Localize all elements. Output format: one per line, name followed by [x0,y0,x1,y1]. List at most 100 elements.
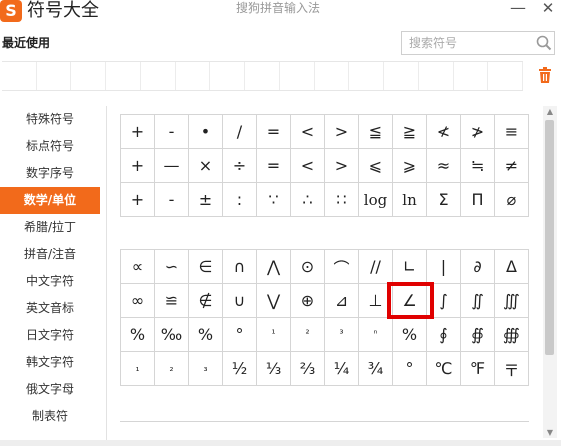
symbol-cell[interactable]: ₁ [121,352,155,386]
symbol-cell[interactable]: ° [223,318,257,352]
scroll-up-icon[interactable]: ▲ [543,106,557,118]
symbol-cell[interactable]: ∴ [291,183,325,217]
symbol-cell[interactable]: ⅔ [291,352,325,386]
recent-symbol-slot[interactable] [384,62,419,90]
symbol-cell[interactable]: / [223,115,257,149]
symbol-cell[interactable]: • [189,115,223,149]
symbol-cell[interactable]: ⊿ [325,284,359,318]
symbol-cell[interactable]: ∭ [495,284,529,318]
symbol-cell[interactable]: ℃ [427,352,461,386]
symbol-cell[interactable]: × [189,149,223,183]
recent-symbol-slot[interactable] [419,62,454,90]
sidebar-item[interactable]: 拼音/注音 [0,241,100,268]
symbol-cell[interactable]: = [257,115,291,149]
recent-symbol-slot[interactable] [280,62,315,90]
symbol-cell[interactable]: + [121,149,155,183]
symbol-cell[interactable]: ∈ [189,250,223,284]
recent-symbol-slot[interactable] [488,62,524,90]
symbol-cell[interactable]: ² [291,318,325,352]
recent-symbol-slot[interactable] [245,62,280,90]
symbol-cell[interactable]: ln [393,183,427,217]
symbol-cell[interactable]: Π [461,183,495,217]
symbol-cell[interactable]: ≦ [359,115,393,149]
symbol-cell[interactable]: ¼ [325,352,359,386]
search-box[interactable] [401,31,555,55]
symbol-cell[interactable]: ∉ [189,284,223,318]
symbol-cell[interactable]: > [325,149,359,183]
symbol-cell[interactable]: ∫ [427,284,461,318]
symbol-cell[interactable]: ≧ [393,115,427,149]
symbol-cell[interactable]: log [359,183,393,217]
sidebar-item[interactable]: 日文字符 [0,322,100,349]
symbol-cell[interactable]: ∷ [325,183,359,217]
symbol-cell[interactable]: - [155,115,189,149]
symbol-cell[interactable]: 〒 [495,352,529,386]
recent-symbol-slot[interactable] [2,62,37,90]
symbol-cell[interactable]: ₃ [189,352,223,386]
symbol-cell[interactable]: % [189,318,223,352]
symbol-cell[interactable]: ⊙ [291,250,325,284]
symbol-cell[interactable]: ∂ [461,250,495,284]
symbol-cell[interactable]: ≮ [427,115,461,149]
symbol-cell[interactable]: : [223,183,257,217]
symbol-cell[interactable]: ≒ [461,149,495,183]
symbol-cell[interactable]: ⊥ [359,284,393,318]
sidebar-item[interactable]: 数字序号 [0,160,100,187]
symbol-cell[interactable]: ⋀ [257,250,291,284]
symbol-cell[interactable]: ⌀ [495,183,529,217]
close-button[interactable]: ✕ [540,0,556,16]
symbol-cell[interactable]: ¹ [257,318,291,352]
recent-symbol-slot[interactable] [71,62,107,90]
symbol-cell[interactable]: ≈ [427,149,461,183]
symbol-cell[interactable]: + [121,115,155,149]
symbol-cell[interactable]: ± [189,183,223,217]
recent-symbol-slot[interactable] [176,62,211,90]
symbol-cell[interactable]: ∩ [223,250,257,284]
symbol-cell[interactable]: ⁿ [359,318,393,352]
recent-symbol-slot[interactable] [106,62,141,90]
symbol-cell[interactable]: ∪ [223,284,257,318]
sidebar-item[interactable]: 标点符号 [0,133,100,160]
sidebar-item[interactable]: 英文音标 [0,295,100,322]
sidebar-item[interactable]: 中文字符 [0,268,100,295]
symbol-cell[interactable]: ∰ [495,318,529,352]
sidebar-item[interactable]: 俄文字母 [0,376,100,403]
symbol-cell[interactable]: ⌒ [325,250,359,284]
recent-symbol-slot[interactable] [37,62,72,90]
symbol-cell[interactable]: ℉ [461,352,495,386]
sidebar-item[interactable]: 制表符 [0,403,100,430]
symbol-cell[interactable]: % [121,318,155,352]
symbol-cell[interactable]: ∯ [461,318,495,352]
symbol-cell[interactable]: ∞ [121,284,155,318]
symbol-cell[interactable]: ½ [223,352,257,386]
minimize-button[interactable]: — [510,0,526,16]
symbol-cell[interactable]: ‰ [155,318,189,352]
symbol-cell[interactable]: ≡ [495,115,529,149]
symbol-cell[interactable]: ⋁ [257,284,291,318]
symbol-cell[interactable]: ∮ [427,318,461,352]
symbol-cell[interactable]: ⊕ [291,284,325,318]
recent-symbol-slot[interactable] [454,62,489,90]
symbol-cell[interactable]: ₂ [155,352,189,386]
symbol-cell[interactable]: < [291,149,325,183]
recent-symbol-slot[interactable] [315,62,350,90]
symbol-cell[interactable]: ≌ [155,284,189,318]
symbol-cell[interactable]: > [325,115,359,149]
symbol-cell[interactable]: ∬ [461,284,495,318]
symbol-cell[interactable]: ∠ [393,284,427,318]
symbol-cell[interactable]: ÷ [223,149,257,183]
symbol-cell[interactable]: ° [393,352,427,386]
search-input[interactable] [402,32,530,54]
symbol-cell[interactable]: < [291,115,325,149]
symbol-cell[interactable]: ∝ [121,250,155,284]
symbol-cell[interactable]: ∽ [155,250,189,284]
symbol-cell[interactable]: = [257,149,291,183]
symbol-cell[interactable]: ¾ [359,352,393,386]
symbol-cell[interactable]: ∵ [257,183,291,217]
symbol-cell[interactable]: ⩽ [359,149,393,183]
symbol-cell[interactable]: ≯ [461,115,495,149]
scroll-down-icon[interactable]: ▼ [543,427,557,439]
symbol-cell[interactable]: % [393,318,427,352]
symbol-cell[interactable]: ³ [325,318,359,352]
symbol-cell[interactable]: // [359,250,393,284]
